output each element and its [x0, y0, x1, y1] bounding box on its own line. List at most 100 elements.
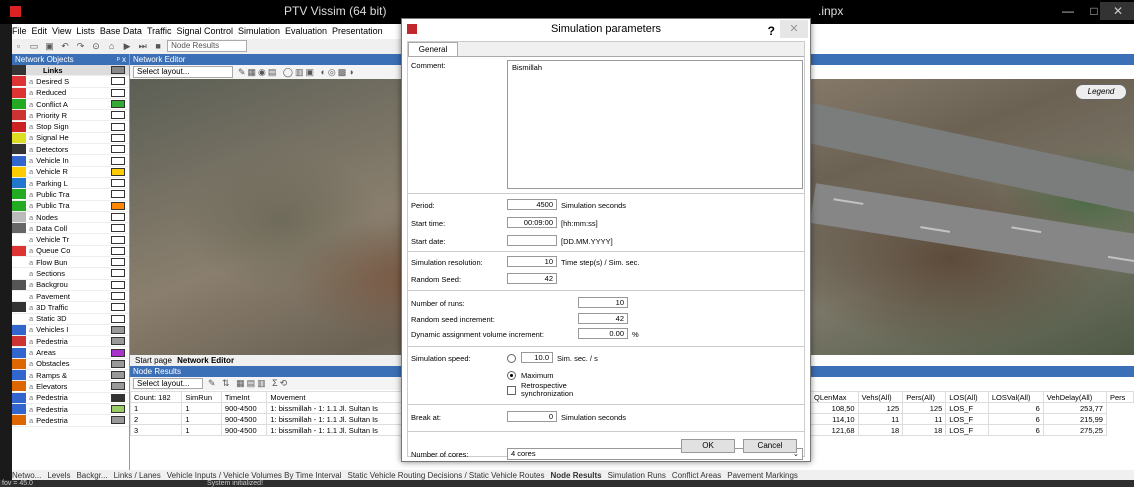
bottom-tab[interactable]: Pavement Markings	[727, 471, 798, 480]
label-toggle-icon[interactable]: a	[29, 348, 33, 357]
network-object-row[interactable]: a Priority R	[12, 110, 129, 122]
column-header[interactable]: Vehs(All)	[857, 391, 904, 403]
object-color-swatch[interactable]	[111, 235, 125, 244]
pin-close-icon[interactable]: ᵖ x	[117, 54, 126, 65]
label-toggle-icon[interactable]: a	[29, 382, 33, 391]
network-object-row[interactable]: a Stop Sign	[12, 121, 129, 133]
label-toggle-icon[interactable]: a	[29, 258, 33, 267]
menu-item-2[interactable]: View	[52, 24, 71, 39]
network-object-row[interactable]: a Pavement	[12, 291, 129, 303]
object-color-swatch[interactable]	[111, 371, 125, 380]
ok-button[interactable]: OK	[681, 439, 735, 453]
object-color-swatch[interactable]	[111, 325, 125, 334]
label-toggle-icon[interactable]: a	[29, 303, 33, 312]
cancel-button[interactable]: Cancel	[743, 439, 797, 453]
network-object-row[interactable]: a Backgrou	[12, 279, 129, 291]
save-icon[interactable]: ▣	[44, 41, 55, 51]
network-object-row[interactable]: a Flow Bun	[12, 257, 129, 269]
network-object-row[interactable]: a Pedestria	[12, 415, 129, 427]
seed-increment-input[interactable]: 42	[578, 313, 628, 324]
column-header[interactable]: QLenMax	[810, 391, 859, 403]
object-color-swatch[interactable]	[111, 145, 125, 154]
network-object-row[interactable]: a Pedestria	[12, 336, 129, 348]
object-color-swatch[interactable]	[111, 201, 125, 210]
network-object-row[interactable]: a Reduced	[12, 87, 129, 99]
home-icon[interactable]: ⌂	[106, 41, 117, 51]
object-color-swatch[interactable]	[111, 314, 125, 323]
network-object-row[interactable]: a 3D Traffic	[12, 302, 129, 314]
table-row[interactable]: 108,50 125 125 LOS_F 6 253,77	[810, 402, 1134, 414]
object-color-swatch[interactable]	[111, 88, 125, 97]
object-color-swatch[interactable]	[111, 190, 125, 199]
open-icon[interactable]: ▭	[29, 41, 40, 51]
object-color-swatch[interactable]	[111, 122, 125, 131]
speed-radio[interactable]	[507, 354, 516, 363]
object-color-swatch[interactable]	[111, 246, 125, 255]
label-toggle-icon[interactable]: a	[29, 405, 33, 414]
column-header[interactable]: LOSVal(All)	[987, 391, 1044, 403]
label-toggle-icon[interactable]: a	[29, 314, 33, 323]
object-color-swatch[interactable]	[111, 416, 125, 425]
menu-item-8[interactable]: Evaluation	[285, 24, 327, 39]
network-object-row[interactable]: a Queue Co	[12, 245, 129, 258]
menu-item-0[interactable]: File	[12, 24, 27, 39]
object-color-swatch[interactable]	[111, 359, 125, 368]
table-row[interactable]: 3 1 900-4500 1: bissmillah - 1: 1.1 Jl. Sul…	[129, 424, 402, 436]
retrospective-checkbox[interactable]	[507, 386, 516, 395]
runs-input[interactable]: 10	[578, 297, 628, 308]
bottom-tab[interactable]: Static Vehicle Routing Decisions / Stati…	[348, 471, 545, 480]
random-seed-input[interactable]: 42	[507, 273, 557, 284]
network-object-row[interactable]: a Elevators	[12, 381, 129, 393]
object-color-swatch[interactable]	[111, 179, 125, 188]
object-color-swatch[interactable]	[111, 100, 125, 109]
object-color-swatch[interactable]	[111, 156, 125, 165]
bottom-tab[interactable]: Levels	[47, 471, 70, 480]
links-swatch[interactable]	[111, 66, 125, 75]
network-object-row[interactable]: a Areas	[12, 347, 129, 359]
object-color-swatch[interactable]	[111, 348, 125, 357]
label-toggle-icon[interactable]: a	[29, 88, 33, 97]
label-toggle-icon[interactable]: a	[29, 235, 33, 244]
network-object-row[interactable]: a Static 3D	[12, 313, 129, 325]
menu-item-5[interactable]: Traffic	[147, 24, 172, 39]
results-combo[interactable]: Node Results	[167, 40, 248, 52]
label-toggle-icon[interactable]: a	[29, 122, 33, 131]
label-toggle-icon[interactable]: a	[29, 213, 33, 222]
network-object-row[interactable]: a Vehicle Tr	[12, 234, 129, 246]
bottom-tab[interactable]: Backgr...	[76, 471, 107, 480]
object-color-swatch[interactable]	[111, 133, 125, 142]
column-header[interactable]: Pers(All)	[902, 391, 947, 403]
label-toggle-icon[interactable]: a	[29, 201, 33, 210]
label-toggle-icon[interactable]: a	[29, 337, 33, 346]
object-color-swatch[interactable]	[111, 405, 125, 414]
help-icon[interactable]: ?	[768, 21, 775, 42]
column-header[interactable]: LOS(All)	[945, 391, 989, 403]
bottom-tab[interactable]: Conflict Areas	[672, 471, 721, 480]
dialog-close-button[interactable]: ✕	[780, 20, 808, 38]
network-object-row[interactable]: a Pedestria	[12, 392, 129, 404]
links-row[interactable]: Links	[12, 65, 129, 77]
network-object-row[interactable]: a Detectors	[12, 144, 129, 156]
results-layout-select[interactable]: Select layout...	[133, 378, 203, 389]
comment-textarea[interactable]: Bismillah	[507, 60, 803, 189]
period-input[interactable]: 4500	[507, 199, 557, 210]
label-toggle-icon[interactable]: a	[29, 393, 33, 402]
network-object-row[interactable]: a Parking L	[12, 178, 129, 190]
label-toggle-icon[interactable]: a	[29, 325, 33, 334]
resolution-input[interactable]: 10	[507, 256, 557, 267]
menu-item-6[interactable]: Signal Control	[176, 24, 233, 39]
close-button[interactable]: ✕	[1100, 2, 1134, 20]
object-color-swatch[interactable]	[111, 224, 125, 233]
network-object-row[interactable]: a Nodes	[12, 212, 129, 224]
network-object-row[interactable]: a Signal He	[12, 132, 129, 145]
column-header[interactable]: TimeInt	[220, 391, 268, 403]
label-toggle-icon[interactable]: a	[29, 246, 33, 255]
column-header[interactable]: Pers	[1105, 391, 1134, 403]
menu-item-7[interactable]: Simulation	[238, 24, 280, 39]
label-toggle-icon[interactable]: a	[29, 190, 33, 199]
table-row[interactable]: 1 1 900-4500 1: bissmillah - 1: 1.1 Jl. Sul…	[129, 402, 402, 414]
tab-general[interactable]: General	[408, 42, 458, 56]
label-toggle-icon[interactable]: a	[29, 359, 33, 368]
network-object-row[interactable]: a Public Tra	[12, 189, 129, 201]
editor-tool-icons[interactable]: ✎▦◉▤ ◯▥▣ ◐◎▩◑	[238, 67, 356, 78]
